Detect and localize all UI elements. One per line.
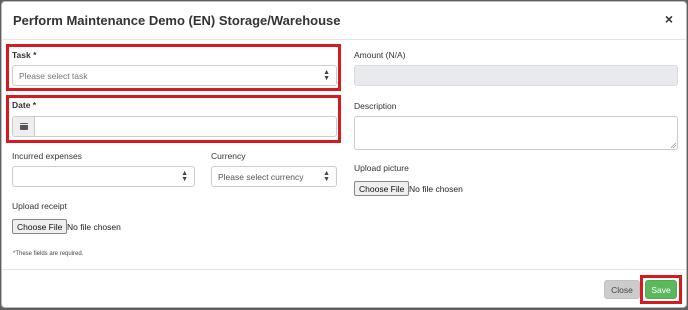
- amount-label: Amount (N/A): [354, 50, 406, 60]
- upload-picture-button[interactable]: Choose File: [354, 181, 410, 196]
- date-highlight: [6, 95, 341, 143]
- modal-header: Perform Maintenance Demo (EN) Storage/Wa…: [2, 2, 686, 40]
- amount-input: [354, 65, 678, 86]
- select-caret-icon: ▲ ▼: [323, 169, 330, 183]
- modal-title: Perform Maintenance Demo (EN) Storage/Wa…: [13, 13, 341, 28]
- upload-receipt-button[interactable]: Choose File: [12, 219, 68, 234]
- required-fields-note: *These fields are required.: [13, 251, 84, 257]
- close-button[interactable]: Close: [604, 280, 640, 299]
- currency-select[interactable]: Please select currency ▲ ▼: [211, 166, 337, 187]
- task-highlight: [6, 44, 341, 91]
- incurred-expenses-input[interactable]: ▲ ▼: [12, 166, 195, 187]
- modal-footer: Close Save: [2, 269, 686, 307]
- close-icon[interactable]: ×: [665, 12, 673, 26]
- upload-picture-status: No file chosen: [409, 184, 463, 194]
- upload-receipt-label: Upload receipt: [12, 201, 67, 211]
- maintenance-modal: Perform Maintenance Demo (EN) Storage/Wa…: [1, 1, 687, 308]
- number-spinner-icon[interactable]: ▲ ▼: [181, 170, 188, 183]
- description-textarea[interactable]: [354, 116, 678, 150]
- currency-select-placeholder: Please select currency: [218, 171, 304, 182]
- upload-picture-label: Upload picture: [354, 163, 409, 173]
- currency-label: Currency: [211, 151, 246, 161]
- incurred-expenses-label: Incurred expenses: [12, 151, 82, 161]
- description-label: Description: [354, 101, 397, 111]
- upload-receipt-status: No file chosen: [67, 222, 121, 232]
- resize-handle-icon[interactable]: [671, 143, 676, 148]
- save-highlight: [640, 275, 682, 304]
